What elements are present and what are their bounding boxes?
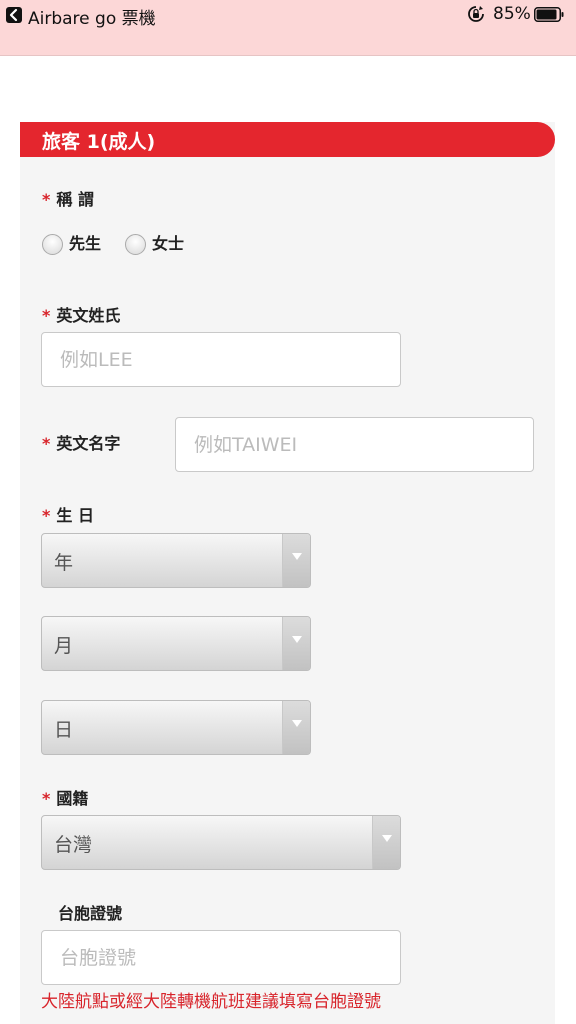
last-name-label: * 英文姓氏: [42, 302, 120, 326]
required-star: *: [42, 789, 51, 808]
birth-month-select[interactable]: 月: [41, 616, 311, 671]
battery-icon: [534, 7, 564, 22]
required-star: *: [42, 306, 51, 325]
radio-ms[interactable]: [125, 234, 146, 255]
title-option-ms[interactable]: 女士: [125, 228, 184, 255]
birthday-label: * 生 日: [42, 502, 94, 526]
chevron-down-icon: [372, 816, 400, 869]
chevron-down-icon: [282, 617, 310, 670]
radio-mr-label[interactable]: 先生: [69, 230, 101, 254]
battery-percent: 85%: [493, 4, 531, 24]
status-bar: Airbare go 票機 85%: [0, 0, 576, 56]
nationality-label: * 國籍: [42, 785, 88, 809]
rotation-lock-icon: [467, 5, 485, 23]
first-name-label-text: 英文名字: [56, 434, 121, 453]
required-star: *: [42, 506, 51, 525]
passenger-header: 旅客 1(成人): [20, 122, 555, 157]
birth-year-value: 年: [54, 552, 74, 574]
permit-input[interactable]: [41, 930, 401, 985]
birth-day-select[interactable]: 日: [41, 700, 311, 755]
chevron-down-icon: [282, 534, 310, 587]
birth-day-value: 日: [54, 719, 74, 741]
birth-month-value: 月: [54, 635, 74, 657]
required-star: *: [42, 190, 51, 209]
nationality-select[interactable]: 台灣: [41, 815, 401, 870]
permit-note: 大陸航點或經大陸轉機航班建議填寫台胞證號: [41, 992, 381, 1012]
section-title: 旅客 1(成人): [42, 131, 156, 153]
title-label: * 稱 謂: [42, 186, 94, 210]
last-name-label-text: 英文姓氏: [56, 306, 121, 325]
status-app-name[interactable]: Airbare go 票機: [28, 4, 156, 29]
permit-label: 台胞證號: [58, 904, 123, 923]
title-label-text: 稱 謂: [56, 190, 94, 209]
last-name-input[interactable]: [41, 332, 401, 387]
first-name-input[interactable]: [175, 417, 534, 472]
chevron-down-icon: [282, 701, 310, 754]
back-icon[interactable]: [6, 7, 22, 23]
nationality-label-text: 國籍: [56, 789, 89, 808]
title-option-mr[interactable]: 先生: [42, 228, 101, 255]
birth-year-select[interactable]: 年: [41, 533, 311, 588]
birthday-label-text: 生 日: [56, 506, 94, 525]
first-name-label: * 英文名字: [42, 430, 120, 454]
radio-ms-label[interactable]: 女士: [152, 230, 184, 254]
radio-mr[interactable]: [42, 234, 63, 255]
nationality-value: 台灣: [54, 834, 93, 856]
required-star: *: [42, 434, 51, 453]
